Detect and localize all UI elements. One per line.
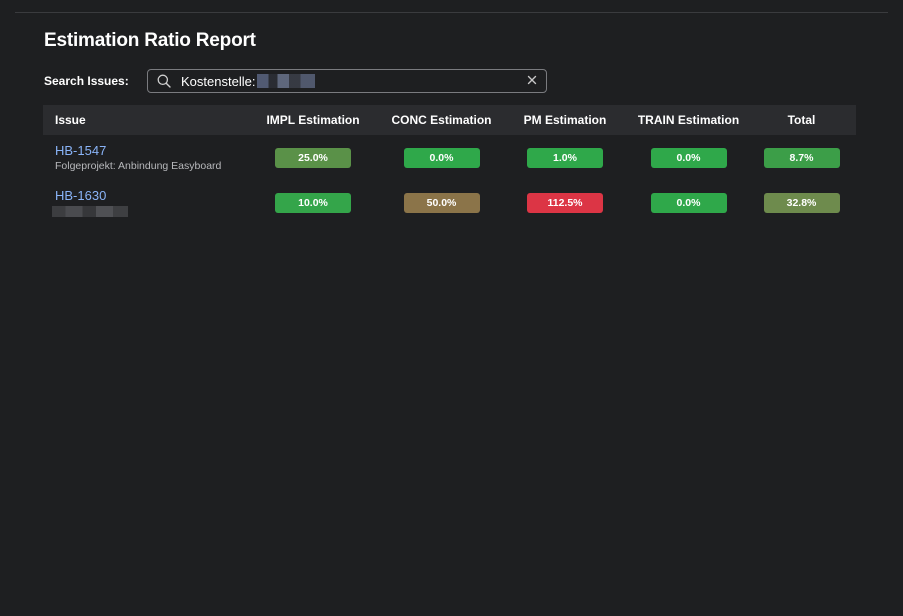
issue-summary: Folgeprojekt: Anbindung Easyboard (55, 159, 222, 172)
header-conc-estimation[interactable]: CONC Estimation (383, 113, 500, 127)
issue-link[interactable]: HB-1547 (55, 143, 243, 158)
search-icon (157, 74, 171, 88)
impl-cell: 25.0% (243, 147, 383, 168)
total-cell: 32.8% (747, 192, 856, 213)
top-divider (15, 12, 888, 13)
table-header: Issue IMPL Estimation CONC Estimation PM… (43, 105, 856, 135)
table-row: HB-1547 Folgeprojekt: Anbindung Easyboar… (43, 135, 856, 180)
redacted-issue-summary (52, 206, 128, 217)
header-impl-estimation[interactable]: IMPL Estimation (243, 113, 383, 127)
pm-badge: 1.0% (527, 147, 603, 168)
train-cell: 0.0% (630, 192, 747, 213)
impl-cell: 10.0% (243, 192, 383, 213)
pm-badge: 112.5% (527, 192, 603, 213)
total-badge: 32.8% (763, 192, 840, 213)
conc-badge: 50.0% (403, 192, 480, 213)
search-input[interactable]: Kostenstelle: (147, 69, 547, 93)
issue-link[interactable]: HB-1630 (55, 188, 243, 203)
conc-cell: 0.0% (383, 147, 500, 168)
header-pm-estimation[interactable]: PM Estimation (500, 113, 630, 127)
pm-cell: 112.5% (500, 192, 630, 213)
train-badge: 0.0% (650, 147, 727, 168)
close-icon[interactable] (526, 74, 538, 86)
conc-cell: 50.0% (383, 192, 500, 213)
table-row: HB-1630 10.0% 50.0% 112.5% 0.0% 32.8% (43, 180, 856, 225)
total-cell: 8.7% (747, 147, 856, 168)
search-value[interactable]: Kostenstelle: (181, 74, 255, 89)
issue-cell: HB-1630 (43, 188, 243, 217)
issue-cell: HB-1547 Folgeprojekt: Anbindung Easyboar… (43, 143, 243, 173)
search-label: Search Issues: (44, 74, 129, 88)
header-issue[interactable]: Issue (43, 113, 243, 127)
pm-cell: 1.0% (500, 147, 630, 168)
header-total[interactable]: Total (747, 113, 856, 127)
total-badge: 8.7% (763, 147, 840, 168)
page-title: Estimation Ratio Report (44, 30, 256, 51)
search-row: Search Issues: Kostenstelle: (44, 69, 547, 93)
impl-badge: 10.0% (275, 192, 351, 213)
train-cell: 0.0% (630, 147, 747, 168)
train-badge: 0.0% (650, 192, 727, 213)
redacted-search-text (257, 74, 316, 88)
header-train-estimation[interactable]: TRAIN Estimation (630, 113, 747, 127)
estimation-table: Issue IMPL Estimation CONC Estimation PM… (43, 105, 856, 225)
impl-badge: 25.0% (275, 147, 351, 168)
conc-badge: 0.0% (403, 147, 480, 168)
